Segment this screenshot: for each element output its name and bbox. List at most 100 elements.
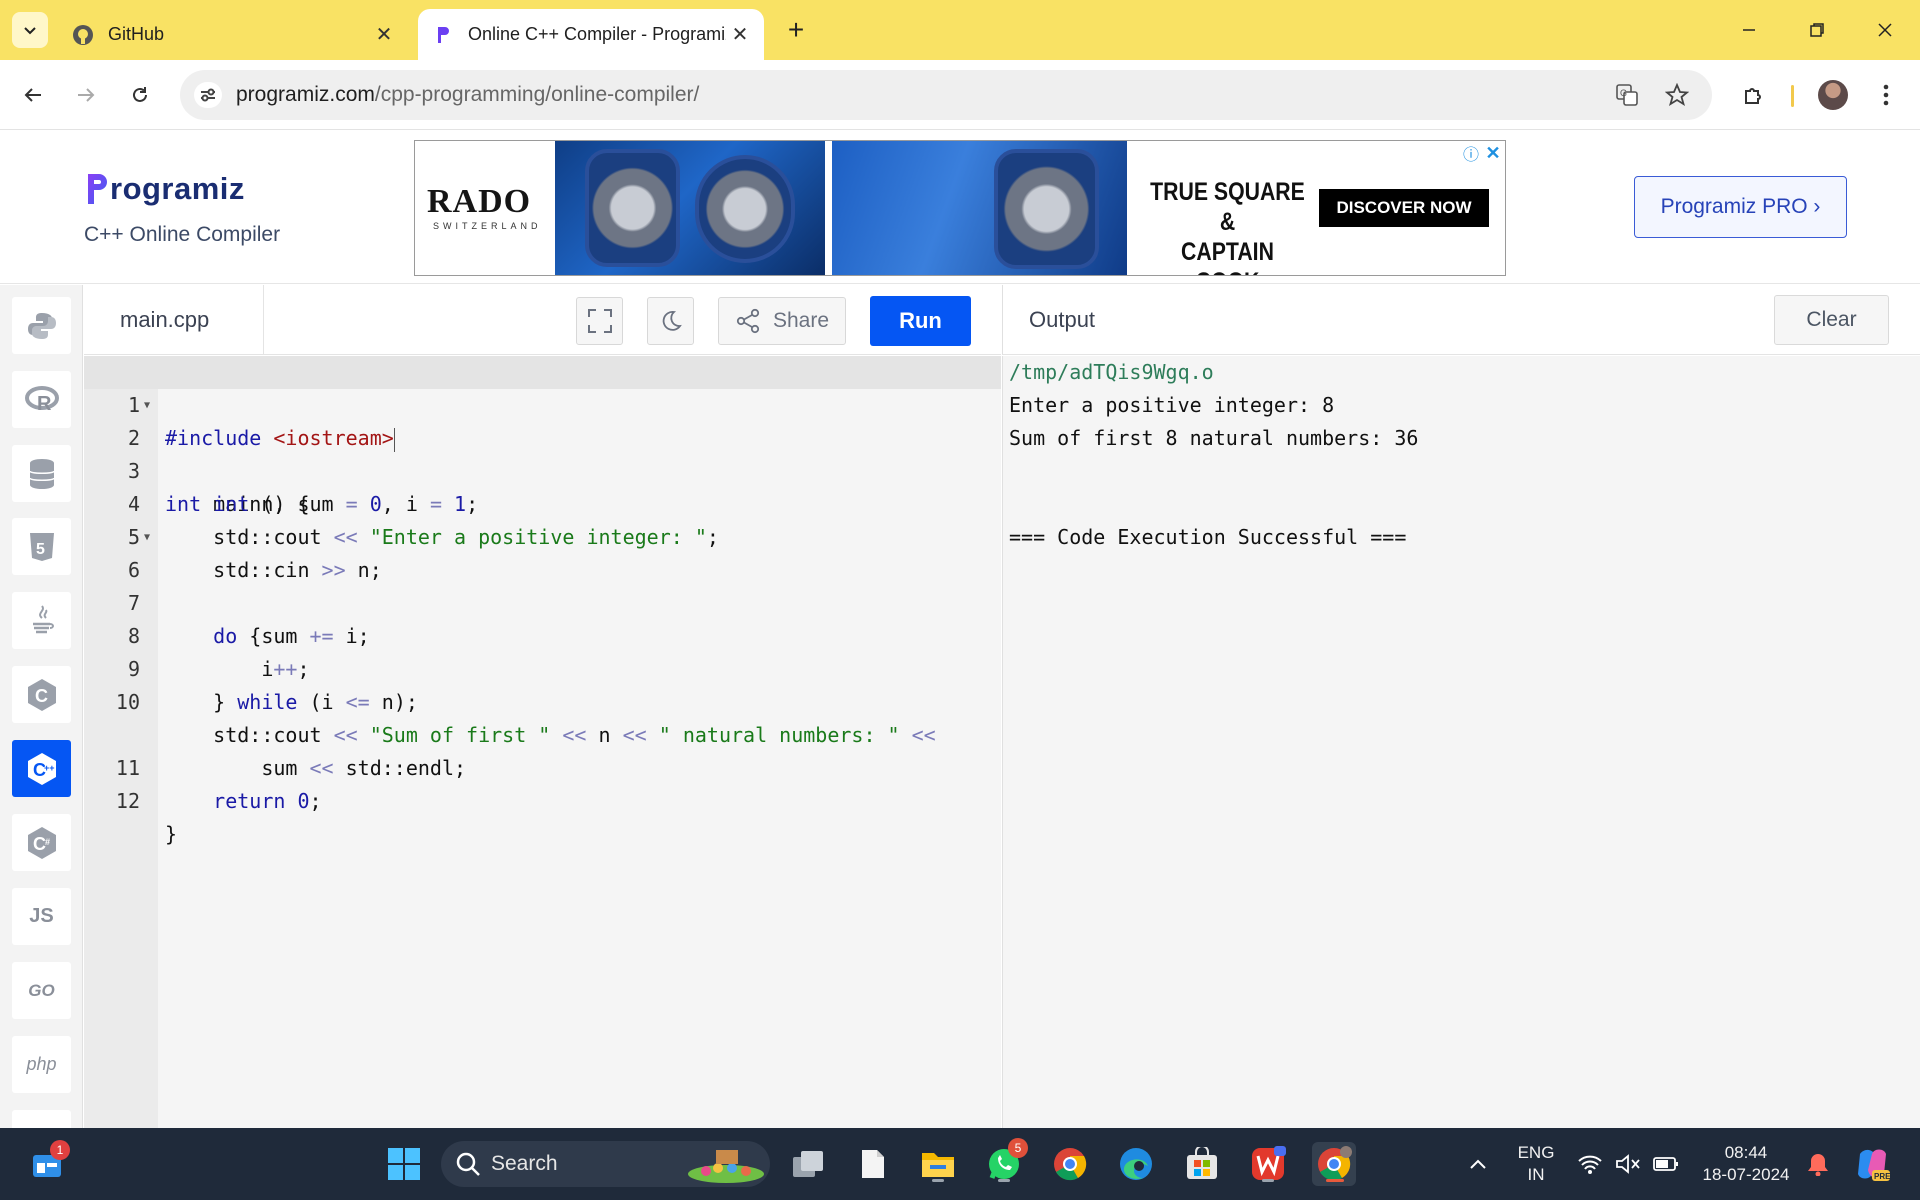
run-button[interactable]: Run (870, 296, 971, 346)
html5-icon: 5 (29, 532, 54, 561)
browser-menu-button[interactable] (1868, 77, 1904, 113)
ad-brand-sub: SWITZERLAND (433, 221, 542, 231)
programiz-logo[interactable]: rogramiz (86, 171, 245, 207)
fullscreen-button[interactable] (576, 297, 623, 345)
notification-badge: 5 (1008, 1138, 1028, 1158)
sidebar-item-r[interactable]: R (12, 371, 71, 428)
sidebar-item-cpp[interactable]: C ++ (12, 740, 71, 797)
clock[interactable]: 08:44 18-07-2024 (1690, 1142, 1802, 1186)
forward-button[interactable] (68, 77, 104, 113)
close-window-button[interactable] (1862, 10, 1908, 50)
extensions-button[interactable] (1736, 77, 1772, 113)
github-icon (72, 24, 94, 46)
ad-image-watch (832, 141, 1127, 275)
sidebar-item-go[interactable]: GO (12, 962, 71, 1019)
ad-headline-line2: CAPTAIN COOK (1181, 238, 1274, 275)
sidebar-item-python[interactable] (12, 297, 71, 354)
running-indicator (932, 1179, 944, 1182)
output-console[interactable]: /tmp/adTQis9Wgq.o Enter a positive integ… (1002, 356, 1920, 1128)
fold-arrow-icon[interactable]: ▼ (144, 389, 150, 422)
taskbar-app-file-explorer[interactable] (916, 1142, 960, 1186)
share-label: Share (772, 309, 830, 332)
close-icon (1878, 23, 1892, 37)
chevron-down-icon (24, 27, 36, 35)
r-language-icon: R (24, 385, 59, 414)
restore-button[interactable] (1794, 10, 1840, 50)
sidebar-item-sql[interactable] (12, 445, 71, 502)
show-hidden-icons-button[interactable] (1456, 1142, 1500, 1186)
sidebar-item-php[interactable]: php (12, 1036, 71, 1093)
tab-programiz[interactable]: Online C++ Compiler - Programiz ✕ (418, 9, 764, 60)
sidebar-item-js[interactable]: JS (12, 888, 71, 945)
clock-date: 18-07-2024 (1702, 1165, 1790, 1184)
volume-status[interactable] (1608, 1142, 1648, 1186)
address-bar[interactable]: programiz.com/cpp-programming/online-com… (180, 70, 1712, 120)
new-tab-button[interactable]: + (780, 14, 812, 46)
fullscreen-icon (587, 309, 612, 333)
more-vertical-icon (1883, 84, 1889, 106)
running-indicator (1262, 1179, 1274, 1182)
language-indicator[interactable]: ENG IN (1508, 1142, 1564, 1186)
svg-text:5: 5 (36, 541, 45, 558)
taskbar-app-notepad[interactable] (851, 1142, 895, 1186)
c-language-icon: C (27, 678, 56, 711)
programiz-pro-button[interactable]: Programiz PRO › (1634, 176, 1847, 238)
ad-cta-button[interactable]: DISCOVER NOW (1319, 189, 1489, 227)
code-line: 2 ▼ int main() { (84, 389, 1001, 516)
taskbar-app-chrome-active[interactable] (1312, 1142, 1356, 1186)
code-editor[interactable]: 1 #include <iostream> 2 ▼ int main() { 3… (84, 356, 1001, 1128)
bookmark-star-icon[interactable] (1662, 80, 1692, 110)
profile-avatar[interactable] (1818, 80, 1848, 110)
url-path: /cpp-programming/online-compiler/ (374, 83, 700, 106)
folder-icon (922, 1153, 954, 1177)
dark-mode-toggle[interactable] (647, 297, 694, 345)
code-line: 8 i++; (84, 587, 1001, 681)
close-icon[interactable]: ✕ (726, 21, 754, 49)
site-info-icon[interactable] (194, 82, 222, 108)
tab-search-button[interactable] (12, 12, 48, 48)
sidebar-item-html[interactable]: 5 (12, 518, 71, 575)
file-name: main.cpp (120, 307, 210, 332)
output-line: === Code Execution Successful === (1009, 525, 1407, 549)
taskbar-app-microsoft-store[interactable] (1180, 1142, 1224, 1186)
arrow-right-icon (78, 88, 95, 102)
taskbar-app-edge[interactable] (1114, 1142, 1158, 1186)
tab-github[interactable]: GitHub ✕ (58, 9, 408, 60)
start-button[interactable] (382, 1142, 426, 1186)
url-text: programiz.com/cpp-programming/online-com… (236, 83, 699, 107)
tab-title: Online C++ Compiler - Programiz (468, 24, 726, 44)
arrow-left-icon (24, 88, 41, 102)
search-icon (456, 1152, 480, 1176)
battery-status[interactable] (1646, 1142, 1686, 1186)
code-text: return 0; (213, 789, 322, 813)
taskbar-app-whatsapp[interactable]: 5 (982, 1138, 1028, 1186)
taskbar-app-wps[interactable] (1246, 1142, 1290, 1186)
notifications-button[interactable] (1800, 1142, 1836, 1186)
taskbar-app-chrome[interactable] (1048, 1142, 1092, 1186)
svg-text:R: R (37, 393, 52, 414)
sidebar-item-java[interactable] (12, 592, 71, 649)
share-button[interactable]: Share (718, 297, 846, 345)
task-view-button[interactable] (786, 1142, 830, 1186)
file-tab[interactable]: main.cpp (84, 285, 264, 355)
sidebar-item-csharp[interactable]: C # (12, 814, 71, 871)
advertisement-banner[interactable]: RADO SWITZERLAND TRUE SQUARE & CAPTAIN C… (414, 140, 1506, 276)
ad-close-icon[interactable]: ✕ (1483, 143, 1503, 163)
minimize-button[interactable] (1726, 10, 1772, 50)
translate-icon[interactable]: G (1612, 80, 1642, 110)
taskbar-search-box[interactable]: Search (441, 1141, 770, 1187)
close-icon[interactable]: ✕ (370, 21, 398, 49)
back-button[interactable] (15, 77, 51, 113)
editor-header: main.cpp Share Run (84, 285, 1001, 355)
wifi-status[interactable] (1570, 1142, 1610, 1186)
code-line: 5 std::cin >> n; (84, 488, 1001, 582)
ad-info-icon[interactable]: ⓘ (1461, 143, 1481, 164)
copilot-button[interactable]: PRE (1850, 1142, 1894, 1186)
fold-arrow-icon[interactable]: ▼ (144, 521, 150, 554)
widgets-button[interactable]: 1 (26, 1140, 70, 1186)
clear-button[interactable]: Clear (1774, 295, 1889, 345)
sidebar-item-c[interactable]: C (12, 666, 71, 723)
sidebar-item-more[interactable] (12, 1110, 71, 1128)
programiz-logo-icon (88, 174, 107, 204)
reload-button[interactable] (122, 77, 158, 113)
